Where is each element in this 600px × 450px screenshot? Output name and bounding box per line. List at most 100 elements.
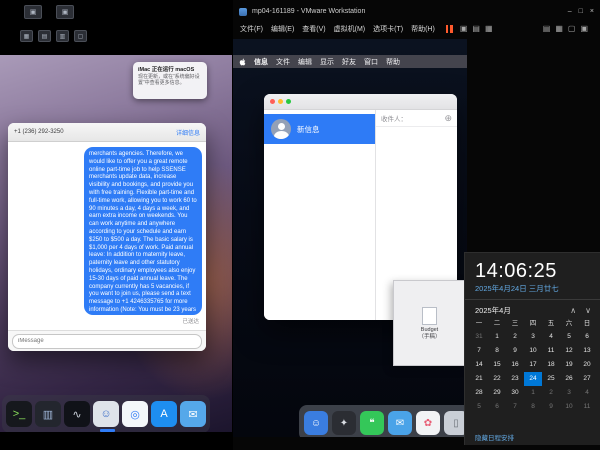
calendar-day[interactable]: 13 <box>578 344 596 358</box>
vmware-menu-5[interactable]: 帮助(H) <box>411 24 435 34</box>
mac-menu-1[interactable]: 文件 <box>276 57 290 67</box>
calendar-day[interactable]: 20 <box>578 358 596 372</box>
calendar-day[interactable]: 17 <box>524 358 542 372</box>
calendar-prev-icon[interactable]: ∧ <box>570 306 576 315</box>
mac-menu-6[interactable]: 帮助 <box>386 57 400 67</box>
calendar-day[interactable]: 11 <box>578 400 596 414</box>
recipient-input[interactable] <box>410 114 441 123</box>
vmware-menu-4[interactable]: 选项卡(T) <box>373 24 403 34</box>
calendar-day[interactable]: 1 <box>488 330 506 344</box>
host-toolbar-icon[interactable]: ▦ <box>20 30 33 42</box>
close-button[interactable] <box>270 99 275 104</box>
revert-snapshot-icon[interactable]: ▤ <box>472 24 480 33</box>
calendar-day[interactable]: 9 <box>542 400 560 414</box>
minimize-button[interactable] <box>278 99 283 104</box>
add-recipient-icon[interactable]: ⊕ <box>444 113 452 124</box>
calendar-day[interactable]: 15 <box>488 358 506 372</box>
mac-menu-4[interactable]: 好友 <box>342 57 356 67</box>
vmware-menu-2[interactable]: 查看(V) <box>302 24 325 34</box>
vmware-menu-0[interactable]: 文件(F) <box>240 24 263 34</box>
photos-icon[interactable]: ✿ <box>416 411 440 435</box>
maximize-button[interactable]: □ <box>579 8 583 15</box>
monitor-icon[interactable]: ▥ <box>35 401 61 427</box>
calendar-day[interactable]: 18 <box>542 358 560 372</box>
host-toolbar-icon[interactable]: ▥ <box>56 30 69 42</box>
activity-monitor-icon[interactable]: ∿ <box>64 401 90 427</box>
calendar-day[interactable]: 21 <box>470 372 488 386</box>
calendar-day[interactable]: 7 <box>470 344 488 358</box>
calendar-day[interactable]: 8 <box>488 344 506 358</box>
calendar-day[interactable]: 1 <box>524 386 542 400</box>
host-toolbar-icon[interactable]: ▤ <box>38 30 51 42</box>
calendar-day[interactable]: 27 <box>578 372 596 386</box>
calendar-next-icon[interactable]: ∨ <box>585 306 591 315</box>
calendar-day[interactable]: 5 <box>470 400 488 414</box>
vm-window-icon[interactable]: ▣ <box>24 5 42 19</box>
close-button[interactable]: × <box>590 8 594 15</box>
conversation-item-new-message[interactable]: 新信息 <box>264 114 375 144</box>
calendar-day[interactable]: 14 <box>470 358 488 372</box>
safari-icon[interactable]: ◎ <box>122 401 148 427</box>
calendar-day[interactable]: 23 <box>506 372 524 386</box>
calendar-day[interactable]: 25 <box>542 372 560 386</box>
messages-icon[interactable]: ❝ <box>360 411 384 435</box>
mail-icon[interactable]: ✉ <box>180 401 206 427</box>
pause-vm-icon[interactable] <box>446 25 453 33</box>
calendar-day[interactable]: 4 <box>542 330 560 344</box>
zoom-button[interactable] <box>286 99 291 104</box>
calendar-day[interactable]: 2 <box>542 386 560 400</box>
calendar-day[interactable]: 8 <box>524 400 542 414</box>
apple-menu-icon[interactable] <box>239 58 248 66</box>
calendar-day[interactable]: 19 <box>560 358 578 372</box>
imessage-input[interactable] <box>12 334 202 349</box>
calendar-day[interactable]: 6 <box>578 330 596 344</box>
host-toolbar-icon[interactable]: ▢ <box>74 30 87 42</box>
mac-menu-2[interactable]: 编辑 <box>298 57 312 67</box>
mail-icon[interactable]: ✉ <box>388 411 412 435</box>
launchpad-icon[interactable]: ✦ <box>332 411 356 435</box>
calendar-day[interactable]: 3 <box>560 386 578 400</box>
vm-window-icon[interactable]: ▣ <box>56 5 74 19</box>
calendar-day[interactable]: 22 <box>488 372 506 386</box>
calendar-day[interactable]: 11 <box>542 344 560 358</box>
agenda-link[interactable]: 隐藏日程安排 <box>475 435 514 442</box>
finder-icon[interactable]: ☺ <box>93 401 119 427</box>
snapshot-icon[interactable]: ▣ <box>460 24 468 33</box>
calendar-day[interactable]: 9 <box>506 344 524 358</box>
calendar-day[interactable]: 10 <box>560 400 578 414</box>
calendar-day[interactable]: 30 <box>506 386 524 400</box>
calendar-day[interactable]: 28 <box>470 386 488 400</box>
mac-menu-5[interactable]: 窗口 <box>364 57 378 67</box>
calendar-day[interactable]: 7 <box>506 400 524 414</box>
calendar-day[interactable]: 29 <box>488 386 506 400</box>
vm-settings-icon[interactable]: ▦ <box>485 24 493 33</box>
thumbnail-bar-icon[interactable]: ▦ <box>555 24 563 33</box>
mac-menu-3[interactable]: 显示 <box>320 57 334 67</box>
unity-icon[interactable]: ▣ <box>580 24 588 33</box>
vmware-menu-3[interactable]: 虚拟机(M) <box>334 24 366 34</box>
clock-date[interactable]: 2025年4月24日 三月廿七 <box>475 283 600 294</box>
calendar-day[interactable]: 10 <box>524 344 542 358</box>
finder-icon[interactable]: ☺ <box>304 411 328 435</box>
fullscreen-icon[interactable]: ▢ <box>568 24 576 33</box>
macos-notification[interactable]: iMac 正在运行 macOS 现在更新，或在“系统偏好设置”中查看更多信息。 <box>133 62 207 99</box>
calendar-day[interactable]: 6 <box>488 400 506 414</box>
terminal-icon[interactable]: >_ <box>6 401 32 427</box>
calendar-day[interactable]: 4 <box>578 386 596 400</box>
minimize-button[interactable]: – <box>568 8 572 15</box>
app-store-icon[interactable]: A <box>151 401 177 427</box>
mac-menu-0[interactable]: 信息 <box>254 57 268 67</box>
calendar-day[interactable]: 3 <box>524 330 542 344</box>
calendar-day-selected[interactable]: 24 <box>524 372 542 386</box>
weekday-3: 四 <box>524 318 542 330</box>
vmware-menu-1[interactable]: 编辑(E) <box>271 24 294 34</box>
calendar-day[interactable]: 31 <box>470 330 488 344</box>
calendar-day[interactable]: 5 <box>560 330 578 344</box>
details-button[interactable]: 详细信息 <box>176 128 200 137</box>
calendar-day[interactable]: 16 <box>506 358 524 372</box>
calendar-day[interactable]: 12 <box>560 344 578 358</box>
calendar-day[interactable]: 2 <box>506 330 524 344</box>
console-view-icon[interactable]: ▤ <box>543 24 551 33</box>
calendar-day[interactable]: 26 <box>560 372 578 386</box>
document-icon[interactable] <box>422 307 437 325</box>
